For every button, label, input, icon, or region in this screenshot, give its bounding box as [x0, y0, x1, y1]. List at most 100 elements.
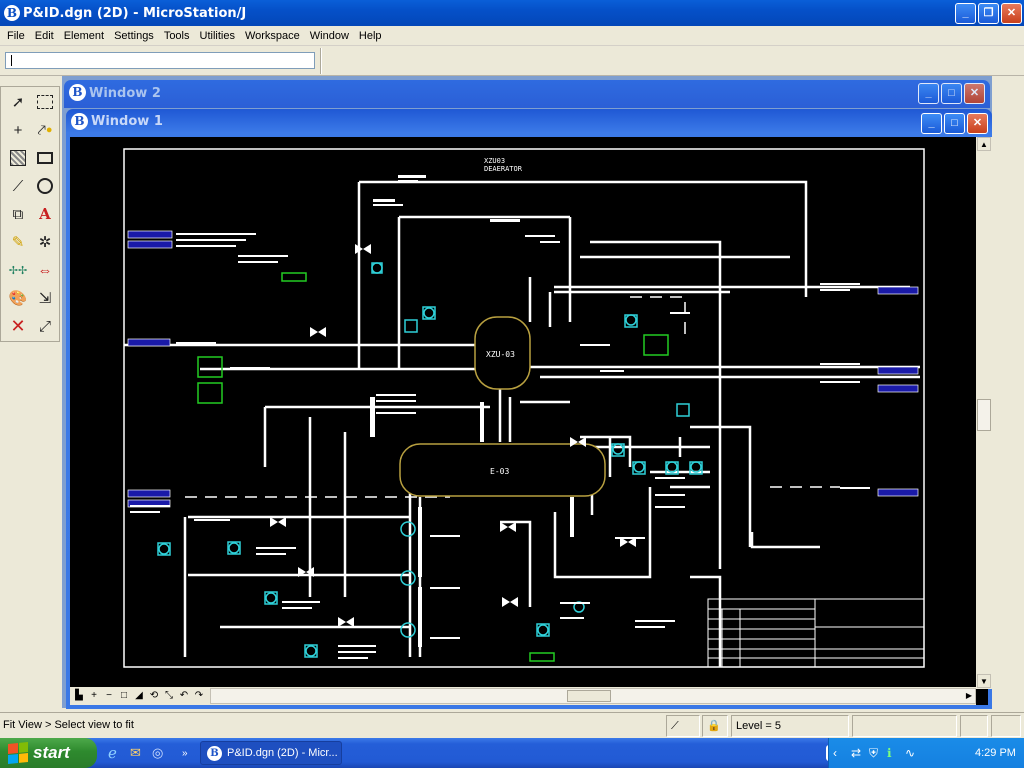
drawing-border	[123, 148, 925, 668]
storage-tank-vessel: E-03	[399, 443, 606, 497]
cell-icon[interactable]: ⧉	[5, 201, 31, 227]
menu-tools[interactable]: Tools	[159, 30, 195, 42]
close-button[interactable]: ✕	[1001, 3, 1022, 24]
place-point-icon[interactable]: +	[5, 117, 31, 143]
scale-element-icon[interactable]: ⤢	[32, 313, 58, 339]
status-panel-small-2	[991, 715, 1021, 737]
network-icon[interactable]: ⇄	[851, 741, 867, 765]
copy-element-icon[interactable]: ⇲	[32, 285, 58, 311]
place-circle-icon[interactable]	[32, 173, 58, 199]
place-block-icon[interactable]	[32, 145, 58, 171]
scroll-right-icon[interactable]: ▶	[962, 688, 976, 703]
menu-file[interactable]: File	[2, 30, 30, 42]
scroll-up-icon[interactable]: ▲	[977, 137, 991, 151]
security-icon[interactable]: ⛨	[869, 741, 885, 765]
window-1-close-button[interactable]: ✕	[967, 113, 988, 134]
pipe-lines	[124, 180, 920, 667]
microstation-logo-icon: B	[207, 745, 222, 761]
vessel-1-label: XZU-03	[486, 350, 515, 359]
microstation-logo-icon: B	[4, 5, 20, 21]
view-attributes-icon[interactable]: ▙	[72, 688, 86, 703]
window-2[interactable]: B Window 2 _ □ ✕	[64, 80, 990, 108]
show-hidden-icons-icon[interactable]: ‹	[833, 741, 849, 765]
window-1-title: Window 1	[91, 114, 163, 129]
status-bar: Fit View > Select view to fit ⟋ 🔒 Level …	[0, 712, 1024, 738]
measure-icon[interactable]: ✲	[32, 229, 58, 255]
window-2-maximize-button[interactable]: □	[941, 83, 962, 104]
microstation-logo-icon: B	[71, 113, 88, 130]
vertical-scroll-thumb[interactable]	[977, 399, 991, 431]
restore-button[interactable]: ❐	[978, 3, 999, 24]
active-level[interactable]: Level = 5	[731, 715, 849, 737]
start-button[interactable]: start	[0, 738, 97, 768]
drawing-title-line1: XZU03	[484, 157, 505, 165]
place-text-icon[interactable]: A	[32, 201, 58, 227]
vertical-scrollbar[interactable]: ▲ ▼	[976, 137, 992, 689]
menu-help[interactable]: Help	[354, 30, 387, 42]
deaerator-vessel: XZU-03	[474, 316, 531, 390]
system-tray: ‹ ⇄ ⛨ ℹ ∿ 4:29 PM	[828, 738, 1024, 768]
lock-icon[interactable]: 🔒	[702, 715, 728, 737]
view-area[interactable]: XZU03 DEAERATOR XZU-03 E-03 ▲ ▼ ▙ + − □ …	[70, 137, 992, 705]
vessel-2-label: E-03	[490, 467, 509, 476]
title-block	[707, 598, 925, 668]
dimension-size-icon[interactable]: ⇔	[32, 257, 58, 283]
window-2-title: Window 2	[89, 86, 161, 101]
view-previous-icon[interactable]: ↶	[177, 688, 191, 703]
scroll-down-icon[interactable]: ▼	[977, 674, 991, 688]
start-label: start	[33, 743, 70, 762]
change-attributes-icon[interactable]: 🎨	[5, 285, 31, 311]
menu-workspace[interactable]: Workspace	[240, 30, 305, 42]
minimize-button[interactable]: _	[955, 3, 976, 24]
volume-icon[interactable]: ∿	[905, 741, 923, 765]
window-area-icon[interactable]: □	[117, 688, 131, 703]
media-player-icon[interactable]: ◎	[152, 741, 172, 765]
clock[interactable]: 4:29 PM	[975, 741, 1021, 765]
outlook-express-icon[interactable]: ✉	[130, 741, 150, 765]
pid-drawing[interactable]: XZU03 DEAERATOR XZU-03 E-03	[70, 137, 976, 687]
menu-utilities[interactable]: Utilities	[195, 30, 240, 42]
rotate-view-icon[interactable]: ⟲	[147, 688, 161, 703]
internet-explorer-icon[interactable]: ℯ	[108, 741, 128, 765]
key-in-field[interactable]	[5, 52, 315, 69]
fit-view-icon[interactable]: ◢	[132, 688, 146, 703]
snap-mode-icon[interactable]: ⟋	[666, 715, 700, 737]
microstation-logo-icon: B	[69, 84, 86, 101]
menu-window[interactable]: Window	[305, 30, 354, 42]
horizontal-scrollbar[interactable]	[210, 688, 976, 704]
window-1-minimize-button[interactable]: _	[921, 113, 942, 134]
patterning-icon[interactable]	[5, 145, 31, 171]
menu-edit[interactable]: Edit	[30, 30, 59, 42]
place-line-icon[interactable]: ⟋	[5, 173, 31, 199]
fence-icon[interactable]	[32, 89, 58, 115]
menu-settings[interactable]: Settings	[109, 30, 159, 42]
taskbar-item-microstation[interactable]: B P&ID.dgn (2D) - Micr...	[200, 741, 342, 765]
dimension-icon[interactable]: ✎	[5, 229, 31, 255]
element-selection-icon[interactable]: ➚	[5, 89, 31, 115]
toolbar-separator	[320, 48, 322, 74]
horizontal-scroll-thumb[interactable]	[567, 690, 611, 702]
status-panel-empty	[852, 715, 957, 737]
smartline-icon[interactable]: ⤤ ●	[32, 117, 58, 143]
info-icon[interactable]: ℹ	[887, 741, 903, 765]
zoom-out-icon[interactable]: −	[102, 688, 116, 703]
app-title: P&ID.dgn (2D) - MicroStation/J	[23, 5, 247, 21]
window-2-close-button[interactable]: ✕	[964, 83, 985, 104]
taskbar: start ℯ ✉ ◎ » B P&ID.dgn (2D) - Micr... …	[0, 738, 1024, 768]
window-1-maximize-button[interactable]: □	[944, 113, 965, 134]
modify-element-icon[interactable]: ✢✢	[5, 257, 31, 283]
quick-launch-more-icon[interactable]: »	[182, 741, 194, 765]
valve-symbols	[270, 244, 636, 627]
windows-logo-icon	[8, 741, 28, 765]
status-panel-small	[960, 715, 988, 737]
status-message: Fit View > Select view to fit	[3, 719, 134, 731]
delete-element-icon[interactable]: ✕	[5, 313, 31, 339]
pan-view-icon[interactable]: ⤡	[162, 688, 176, 703]
menu-bar: File Edit Element Settings Tools Utiliti…	[0, 26, 1024, 46]
window-2-minimize-button[interactable]: _	[918, 83, 939, 104]
zoom-in-icon[interactable]: +	[87, 688, 101, 703]
main-tool-palette: ➚ + ⤤ ● ⟋ ⧉ A ✎ ✲ ✢✢ ⇔ 🎨 ⇲ ✕ ⤢	[0, 86, 60, 342]
window-1[interactable]: B Window 1 _ □ ✕ XZU03 DEAERATOR XZU-03 …	[66, 109, 992, 709]
menu-element[interactable]: Element	[59, 30, 109, 42]
view-next-icon[interactable]: ↷	[192, 688, 206, 703]
